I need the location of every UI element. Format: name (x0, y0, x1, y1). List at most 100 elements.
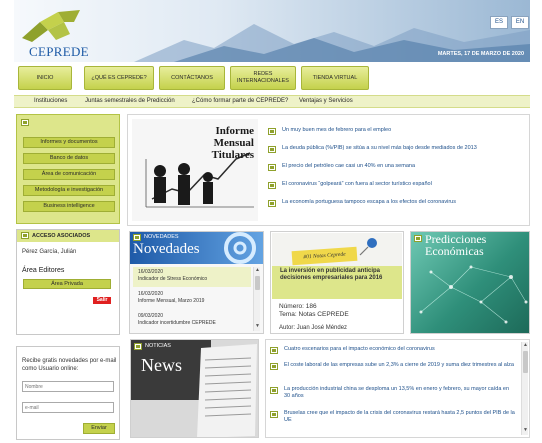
novedades-panel: NOVEDADES Novedades 16/03/2020 Indicador… (129, 231, 264, 334)
news-item-text[interactable]: Cuatro escenarios para el impacto económ… (284, 346, 516, 353)
item-text[interactable]: Indicador de Stress Económico (138, 276, 246, 283)
subnav-ventajas-servicios[interactable]: Ventajas y Servicios (299, 98, 353, 104)
notas-panel: #01 Notas Ceprede La inversión en public… (270, 231, 404, 334)
secondary-navigation: Instituciones Juntas semestrales de Pred… (14, 95, 530, 108)
bullet-square-icon (268, 182, 276, 189)
notas-headline-box[interactable]: La inversión en publicidad anticipa deci… (272, 266, 402, 299)
nav-contactanos[interactable]: CONTÁCTANOS (159, 66, 225, 90)
logout-button[interactable]: Salir (93, 297, 111, 304)
monthly-report-image[interactable]: Informe Mensual Titulares (132, 119, 258, 221)
notas-header-image[interactable]: #01 Notas Ceprede (272, 233, 402, 266)
bullet-square-icon (270, 387, 278, 394)
predicciones-title-line2: Económicas (425, 244, 484, 258)
panel-square-icon (414, 235, 422, 242)
news-list-panel: Cuatro escenarios para el impacto económ… (265, 339, 530, 438)
subnav-juntas-semestrales[interactable]: Juntas semestrales de Predicción (85, 98, 175, 104)
panel-square-icon (21, 119, 29, 126)
nav-inicio[interactable]: INICIO (18, 66, 72, 90)
subnav-instituciones[interactable]: Instituciones (34, 98, 67, 104)
newsletter-panel: Recibe gratis novedades por e-mail como … (16, 346, 120, 440)
menu-banco-datos[interactable]: Banco de datos (23, 153, 115, 164)
predicciones-title: Predicciones Económicas (425, 233, 486, 257)
associate-access-header: ACCESO ASOCIADOS (17, 230, 119, 242)
bullet-square-icon (268, 146, 276, 153)
headline-text[interactable]: La economía portuguesa tampoco escapa a … (282, 199, 456, 206)
predicciones-panel[interactable]: Predicciones Económicas (410, 231, 530, 334)
menu-business-intelligence[interactable]: Business intelligence (23, 201, 115, 212)
email-field[interactable] (22, 402, 114, 413)
logo-text[interactable]: CEPREDE (29, 44, 89, 60)
nav-redes-internacionales[interactable]: REDES INTERNACIONALES (230, 66, 296, 90)
item-date: 09/03/2020 (138, 313, 164, 319)
newsletter-text: Recibe gratis novedades por e-mail como … (22, 358, 117, 372)
current-date: MARTES, 17 DE MARZO DE 2020 (437, 51, 524, 57)
news-scrollbar[interactable]: ▲ ▼ (521, 342, 528, 435)
novedades-scrollbar[interactable]: ▲ ▼ (253, 267, 260, 331)
headlines-list: Un muy buen mes de febrero para el emple… (268, 121, 526, 221)
news-item-text[interactable]: Bruselas cree que el impacto de la crisi… (284, 410, 516, 424)
scroll-thumb[interactable] (255, 276, 260, 290)
list-item[interactable]: 09/03/2020 Indicador incertidumbre CEPRE… (133, 311, 251, 331)
bullet-square-icon (270, 363, 278, 370)
associate-access-panel: ACCESO ASOCIADOS Pérez García, Julián Ár… (16, 229, 120, 335)
list-item[interactable]: 16/03/2020 Indicador de Stress Económico (133, 267, 251, 287)
nav-que-es-ceprede[interactable]: ¿QUÉ ES CEPREDE? (84, 66, 154, 90)
scroll-up-icon[interactable]: ▲ (523, 343, 528, 348)
menu-area-comunicacion[interactable]: Área de comunicación (23, 169, 115, 180)
news-panel[interactable]: NOTICIAS News (130, 339, 259, 438)
headline-text[interactable]: El precio del petróleo cae casi un 40% e… (282, 163, 415, 170)
notas-author: Autor: Juan José Méndez (279, 325, 348, 331)
menu-informes-documentos[interactable]: Informes y documentos (23, 137, 115, 148)
scroll-up-icon[interactable]: ▲ (255, 268, 260, 273)
language-en-button[interactable]: EN (511, 16, 529, 29)
novedades-title: Novedades (133, 241, 200, 257)
site-header: CEPREDE ES EN MARTES, 17 DE MARZO DE 202… (14, 0, 530, 62)
panel-square-icon (21, 232, 29, 239)
scroll-down-icon[interactable]: ▼ (255, 324, 260, 329)
ceprede-logo[interactable] (18, 8, 98, 46)
menu-metodologia-investigacion[interactable]: Metodología e investigación (23, 185, 115, 196)
send-button[interactable]: Enviar (83, 423, 115, 434)
scroll-down-icon[interactable]: ▼ (523, 428, 528, 433)
notas-topic: Tema: Notas CEPREDE (279, 311, 349, 318)
headline-text[interactable]: El coronavirus “golpeará” con fuera al s… (282, 181, 432, 188)
panel-square-icon (134, 343, 142, 350)
scroll-thumb[interactable] (523, 351, 528, 373)
bullet-square-icon (270, 411, 278, 418)
item-date: 16/03/2020 (138, 269, 164, 275)
name-field[interactable] (22, 381, 114, 392)
list-item[interactable]: 16/03/2020 Informe Mensual, Marzo 2019 (133, 289, 251, 309)
notas-headline[interactable]: La inversión en publicidad anticipa deci… (280, 268, 382, 281)
language-es-button[interactable]: ES (490, 16, 508, 29)
main-navigation: INICIO ¿QUÉ ES CEPREDE? CONTÁCTANOS REDE… (14, 62, 530, 94)
news-item-text[interactable]: La producción industrial china se desplo… (284, 386, 516, 400)
nav-tienda-virtual[interactable]: TIENDA VIRTUAL (301, 66, 369, 90)
user-name: Pérez García, Julián (22, 249, 77, 255)
item-text[interactable]: Indicador incertidumbre CEPREDE (138, 320, 246, 327)
left-menu-panel: Informes y documentos Banco de datos Áre… (16, 114, 120, 224)
bullet-square-icon (268, 128, 276, 135)
item-date: 16/03/2020 (138, 291, 164, 297)
news-label: NOTICIAS (145, 343, 171, 349)
monthly-report-panel: Informe Mensual Titulares Un muy buen me… (127, 114, 530, 226)
novedades-label: NOVEDADES (144, 234, 179, 240)
novedades-list: 16/03/2020 Indicador de Stress Económico… (133, 267, 251, 333)
bullet-square-icon (268, 200, 276, 207)
area-label: Área Editores (22, 267, 65, 274)
bullet-square-icon (270, 347, 278, 354)
headline-text[interactable]: La deuda pública (%/PIB) se sitúa a su n… (282, 145, 477, 152)
bullet-square-icon (268, 164, 276, 171)
notas-number: Número: 186 (279, 303, 317, 310)
news-title: News (141, 355, 182, 375)
headline-text[interactable]: Un muy buen mes de febrero para el emple… (282, 127, 391, 134)
novedades-header-image[interactable]: NOVEDADES Novedades (130, 232, 263, 264)
news-item-text[interactable]: El coste laboral de las empresas sube un… (284, 362, 516, 369)
item-text[interactable]: Informe Mensual, Marzo 2019 (138, 298, 246, 305)
monthly-report-title: Informe Mensual Titulares (174, 125, 254, 161)
monthly-report-title-line2: Titulares (211, 149, 254, 161)
panel-square-icon (133, 234, 141, 241)
private-area-button[interactable]: Área Privada (23, 279, 111, 289)
associate-access-title: ACCESO ASOCIADOS (32, 233, 91, 239)
subnav-como-formar-parte[interactable]: ¿Cómo formar parte de CEPREDE? (192, 98, 288, 104)
monthly-report-title-line1: Informe Mensual (213, 125, 254, 149)
